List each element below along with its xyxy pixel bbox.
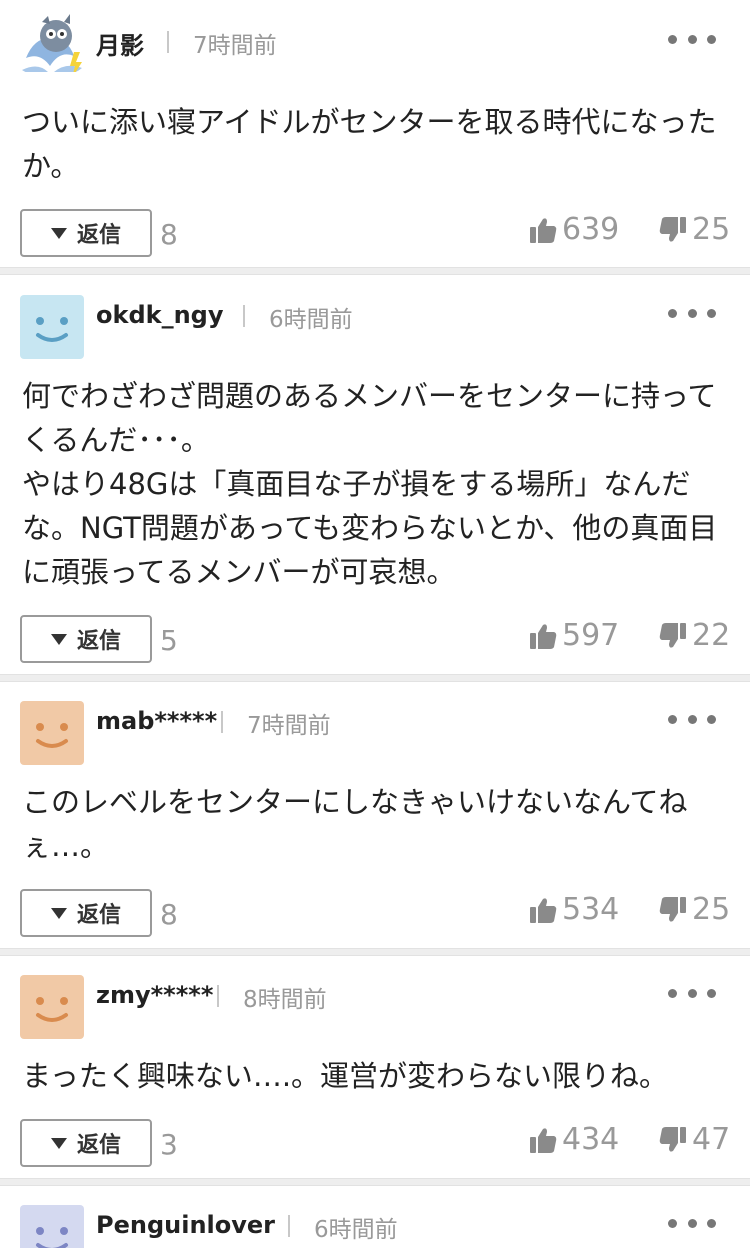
- thumbs-down-icon: [659, 216, 686, 242]
- separator-bar: [167, 31, 169, 53]
- dislike-button[interactable]: 25: [658, 892, 730, 927]
- reply-label: 返信: [76, 223, 121, 248]
- dislike-button[interactable]: 25: [658, 212, 730, 247]
- reply-count: 5: [160, 624, 178, 657]
- reply-button[interactable]: 返信: [20, 1119, 152, 1167]
- comment-card: okdk_ngy 6時間前 何でわざわざ問題のあるメンバーをセンターに持ってくる…: [0, 275, 750, 674]
- thumbs-down-icon: [659, 896, 686, 922]
- like-count: 434: [562, 1122, 620, 1157]
- more-options-icon[interactable]: [668, 1215, 716, 1231]
- username[interactable]: mab*****: [96, 707, 217, 735]
- comment-body: ついに添い寝アイドルがセンターを取る時代になったか。: [22, 105, 717, 183]
- reply-button[interactable]: 返信: [20, 889, 152, 937]
- dislike-count: 25: [692, 212, 731, 247]
- reply-label: 返信: [76, 629, 121, 654]
- avatar[interactable]: [20, 295, 84, 359]
- comment-separator: [0, 267, 750, 275]
- comment-separator: [0, 948, 750, 956]
- mascot-avatar-icon: [22, 14, 82, 72]
- comment-body: まったく興味ない….。運営が変わらない限りね。: [22, 1059, 669, 1093]
- dislike-button[interactable]: 47: [658, 1122, 730, 1157]
- dislike-count: 22: [692, 618, 731, 653]
- separator-bar: [221, 711, 223, 733]
- thumbs-up-icon: [530, 217, 557, 243]
- caret-down-icon: [50, 633, 67, 645]
- smiley-icon: [20, 295, 84, 359]
- timestamp: 6時間前: [314, 1217, 398, 1243]
- comment-card: Penguinlover 6時間前: [0, 1186, 750, 1248]
- reply-count: 3: [160, 1128, 178, 1161]
- comment-body: 何でわざわざ問題のあるメンバーをセンターに持ってくるんだ･･･。 やはり48Gは…: [22, 379, 718, 589]
- reply-label: 返信: [76, 1133, 121, 1158]
- like-button[interactable]: 597: [528, 618, 619, 653]
- thumbs-down-icon: [659, 1126, 686, 1152]
- avatar[interactable]: [20, 701, 84, 765]
- like-count: 639: [562, 212, 620, 247]
- comment-card: zmy***** 8時間前 まったく興味ない….。運営が変わらない限りね。 返信…: [0, 956, 750, 1178]
- reply-count: 8: [160, 218, 178, 251]
- smiley-icon: [20, 1205, 84, 1248]
- dislike-button[interactable]: 22: [658, 618, 730, 653]
- reply-label: 返信: [76, 903, 121, 928]
- reply-button[interactable]: 返信: [20, 209, 152, 257]
- smiley-icon: [20, 975, 84, 1039]
- like-button[interactable]: 434: [528, 1122, 619, 1157]
- more-options-icon[interactable]: [668, 985, 716, 1001]
- avatar[interactable]: [20, 975, 84, 1039]
- username[interactable]: Penguinlover: [96, 1211, 275, 1239]
- comment-card: mab***** 7時間前 このレベルをセンターにしなきゃいけないなんてねぇ…。…: [0, 682, 750, 948]
- separator-bar: [243, 305, 245, 327]
- thumbs-up-icon: [530, 623, 557, 649]
- timestamp: 7時間前: [193, 33, 277, 59]
- avatar[interactable]: [20, 1205, 84, 1248]
- thumbs-up-icon: [530, 1127, 557, 1153]
- reply-button[interactable]: 返信: [20, 615, 152, 663]
- like-button[interactable]: 639: [528, 212, 619, 247]
- timestamp: 8時間前: [243, 987, 327, 1013]
- caret-down-icon: [50, 907, 67, 919]
- thumbs-down-icon: [659, 622, 686, 648]
- caret-down-icon: [50, 227, 67, 239]
- timestamp: 7時間前: [247, 713, 331, 739]
- comment-separator: [0, 1178, 750, 1186]
- username[interactable]: okdk_ngy: [96, 301, 224, 329]
- comment-separator: [0, 674, 750, 682]
- avatar[interactable]: [20, 8, 84, 72]
- more-options-icon[interactable]: [668, 305, 716, 321]
- separator-bar: [288, 1215, 290, 1237]
- dislike-count: 47: [692, 1122, 731, 1157]
- more-options-icon[interactable]: [668, 711, 716, 727]
- like-count: 597: [562, 618, 620, 653]
- more-options-icon[interactable]: [668, 31, 716, 47]
- reply-count: 8: [160, 898, 178, 931]
- dislike-count: 25: [692, 892, 731, 927]
- comment-body: このレベルをセンターにしなきゃいけないなんてねぇ…。: [22, 785, 688, 863]
- comment-card: 月影 7時間前 ついに添い寝アイドルがセンターを取る時代になったか。 返信 8 …: [0, 0, 750, 267]
- caret-down-icon: [50, 1137, 67, 1149]
- timestamp: 6時間前: [269, 307, 353, 333]
- separator-bar: [217, 985, 219, 1007]
- username[interactable]: 月影: [96, 26, 144, 61]
- smiley-icon: [20, 701, 84, 765]
- thumbs-up-icon: [530, 897, 557, 923]
- like-count: 534: [562, 892, 620, 927]
- username[interactable]: zmy*****: [96, 981, 213, 1009]
- like-button[interactable]: 534: [528, 892, 619, 927]
